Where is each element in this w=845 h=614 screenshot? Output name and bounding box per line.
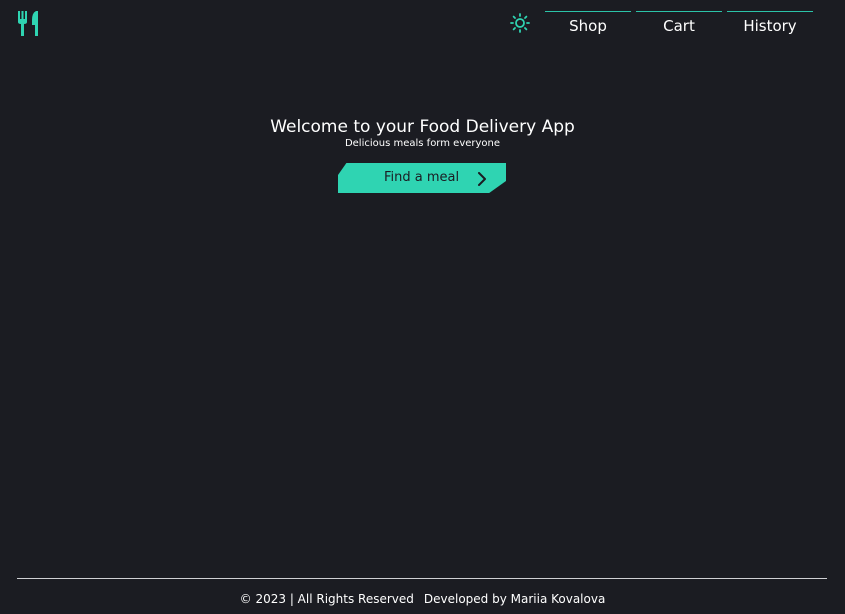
footer-divider [17,578,827,579]
app-header: Shop Cart History [0,0,845,50]
app-page: Shop Cart History Welcome to your Food D… [0,0,845,614]
fork-and-knife-icon[interactable] [17,11,41,37]
nav-item-label: Cart [663,17,695,35]
main-nav: Shop Cart History [545,11,813,39]
hero-title: Welcome to your Food Delivery App [270,117,575,137]
chevron-right-icon [477,171,487,186]
find-meal-label: Find a meal [384,170,460,185]
hero-subtitle: Delicious meals form everyone [344,138,501,149]
copyright-text: © 2023 | All Rights Reserved [239,592,414,606]
page-footer: © 2023 | All Rights Reserved Developed by… [0,592,845,606]
find-meal-button[interactable]: Find a meal [338,163,506,193]
nav-item-label: Shop [569,17,607,35]
nav-item-cart[interactable]: Cart [636,11,722,39]
nav-item-history[interactable]: History [727,11,813,39]
nav-item-label: History [743,17,797,35]
sun-icon[interactable] [510,13,530,33]
developer-credit: Developed by Mariia Kovalova [423,592,606,606]
hero-section: Welcome to your Food Delivery App Delici… [0,116,845,150]
nav-item-shop[interactable]: Shop [545,11,631,39]
